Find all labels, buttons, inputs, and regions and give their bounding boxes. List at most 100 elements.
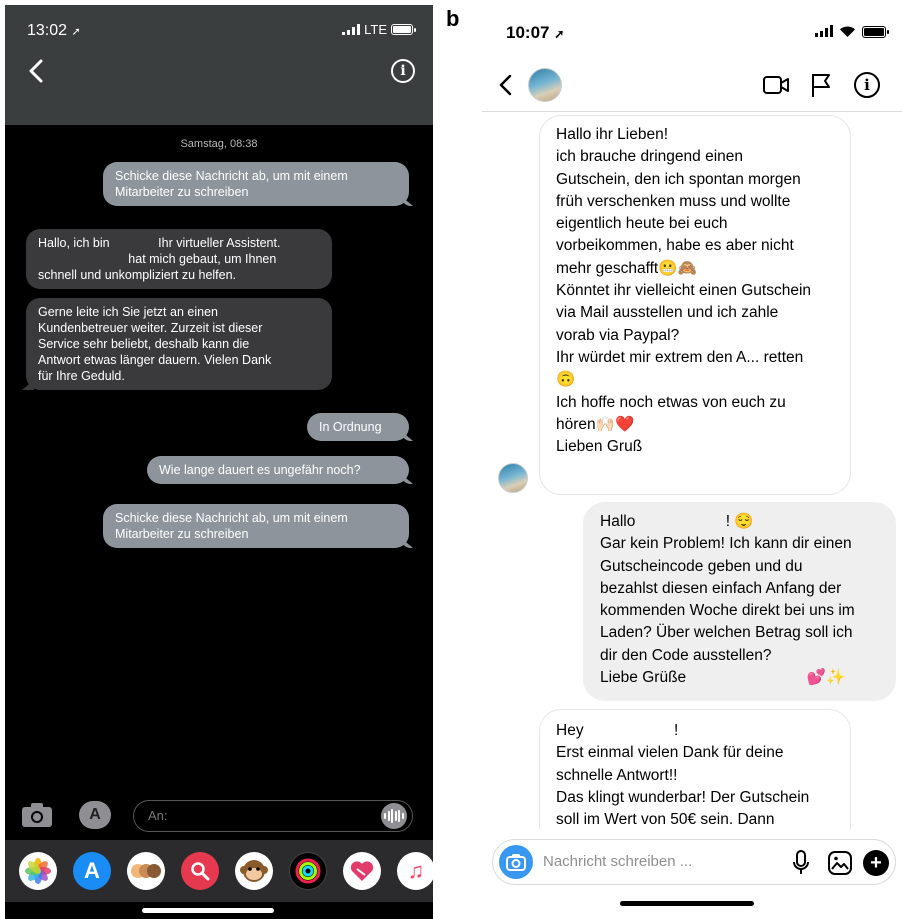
- status-clock: 13:02: [27, 22, 68, 39]
- message-line: Mitarbeiter zu schreiben: [115, 185, 249, 199]
- message-line: Lieben Gruß: [556, 438, 643, 456]
- network-type: LTE: [364, 22, 387, 37]
- message-bubble-outgoing[interactable]: In Ordnung: [307, 413, 409, 441]
- message-line: Schicke diese Nachricht ab, um mit einem: [115, 511, 348, 525]
- message-line: vorab via Paypal?: [556, 326, 680, 344]
- instagram-dm-screenshot: 10:07 ➚ i Hallo ihr Lieben! ich brauche …: [482, 5, 902, 919]
- message-bubble-outgoing[interactable]: Schicke diese Nachricht ab, um mit einem…: [103, 162, 409, 206]
- message-line: eigentlich heute bei euch: [556, 215, 728, 233]
- date-header: Samstag, 08:38: [180, 138, 258, 150]
- message-input[interactable]: An:: [133, 800, 413, 832]
- status-time: 10:07 ➚: [506, 23, 564, 43]
- gallery-icon[interactable]: [827, 850, 853, 876]
- message-input[interactable]: Nachricht schreiben ...: [543, 853, 692, 870]
- message-line: hat mich gebaut, um Ihnen: [38, 252, 277, 266]
- message-line: Hallo ihr Lieben!: [556, 126, 669, 143]
- message-line: schnell und unkompliziert zu helfen.: [38, 268, 237, 282]
- message-line: Hallo, ich bin Ihr virtueller Assistent.: [38, 236, 281, 250]
- contact-avatar[interactable]: [528, 68, 562, 102]
- message-line: kommenden Woche direkt bei uns im: [600, 602, 855, 620]
- message-line: Wie lange dauert es ungefähr noch?: [159, 463, 361, 477]
- camera-icon[interactable]: [499, 845, 533, 879]
- status-indicators: LTE: [342, 22, 416, 37]
- audio-message-icon[interactable]: [381, 803, 407, 829]
- location-arrow-icon: ➚: [554, 27, 565, 41]
- search-images-icon[interactable]: [181, 852, 219, 890]
- sender-avatar[interactable]: [498, 463, 528, 493]
- message-line: Ich hoffe noch etwas von euch zu: [556, 393, 786, 411]
- message-line: via Mail ausstellen und ich zahle: [556, 304, 779, 322]
- message-line: Erst einmal vielen Dank für deine: [556, 744, 784, 762]
- message-line: schnelle Antwort!!: [556, 766, 678, 784]
- status-indicators: [815, 25, 889, 38]
- message-bubble-incoming[interactable]: Gerne leite ich Sie jetzt an einen Kunde…: [26, 298, 332, 390]
- message-line: bezahlst diesen einfach Anfang der: [600, 579, 842, 597]
- message-line: ich brauche dringend einen: [556, 148, 743, 166]
- video-call-icon[interactable]: [762, 74, 790, 96]
- message-line: Schicke diese Nachricht ab, um mit einem: [115, 169, 348, 183]
- message-line: Gutscheincode geben und du: [600, 557, 803, 575]
- message-line: Hey !: [556, 722, 679, 739]
- microphone-icon[interactable]: [791, 850, 811, 876]
- message-line: für Ihre Geduld.: [38, 369, 125, 383]
- message-line: Gar kein Problem! Ich kann dir einen: [600, 535, 852, 553]
- hearts-icon[interactable]: [343, 852, 381, 890]
- message-bubble-outgoing[interactable]: Schicke diese Nachricht ab, um mit einem…: [103, 504, 409, 548]
- navigation-bar: 13:02 ➚ LTE i: [5, 5, 433, 125]
- message-line: In Ordnung: [319, 420, 382, 434]
- photos-icon[interactable]: [19, 852, 57, 890]
- message-line: Hallo ! 😌: [600, 513, 754, 530]
- message-bubble-outgoing[interactable]: Wie lange dauert es ungefähr noch?: [147, 456, 409, 484]
- status-clock: 10:07: [506, 23, 550, 42]
- music-icon[interactable]: ♫: [397, 852, 433, 890]
- message-line: Gutschein, den ich spontan morgen: [556, 170, 801, 188]
- flag-icon[interactable]: [810, 72, 832, 98]
- app-store-drawer-icon[interactable]: A: [79, 801, 111, 829]
- message-line: Das klingt wunderbar! Der Gutschein: [556, 788, 810, 806]
- message-line: früh verschenken muss und wollte: [556, 192, 791, 210]
- message-line: Antwort etwas länger dauern. Vielen Dank: [38, 353, 272, 367]
- battery-icon: [862, 25, 889, 38]
- message-line: vorbeikommen, habe es aber nicht: [556, 237, 794, 255]
- message-bubble-incoming[interactable]: Hey ! Erst einmal vielen Dank für deine …: [539, 709, 851, 849]
- cellular-signal-icon: [342, 24, 361, 35]
- message-line: hören🙌🏻❤️: [556, 415, 635, 433]
- memoji-icon[interactable]: [127, 852, 165, 890]
- message-line: Kundenbetreuer weiter. Zurzeit ist diese…: [38, 321, 263, 335]
- info-icon[interactable]: i: [854, 72, 880, 98]
- activity-icon[interactable]: [289, 852, 327, 890]
- panel-label-b: b: [446, 6, 460, 31]
- location-arrow-icon: ➚: [71, 26, 81, 38]
- imessage-app-tray: A ♫: [5, 840, 433, 902]
- back-chevron-icon[interactable]: [23, 57, 51, 85]
- message-line: mehr geschafft😬🙈: [556, 259, 697, 277]
- imessage-screenshot: 13:02 ➚ LTE i Samstag, 08:38 Schicke die…: [5, 5, 433, 919]
- message-line: Gerne leite ich Sie jetzt an einen: [38, 305, 218, 319]
- monkey-sticker-icon[interactable]: [235, 852, 273, 890]
- message-line: Liebe Grüße 💕✨: [600, 669, 846, 687]
- message-composer[interactable]: Nachricht schreiben ... +: [492, 839, 896, 885]
- camera-icon[interactable]: [21, 802, 53, 828]
- message-bubble-incoming[interactable]: Hallo ihr Lieben! ich brauche dringend e…: [539, 115, 851, 495]
- message-line: Ihr würdet mir extrem den A... retten: [556, 348, 804, 366]
- message-line: Mitarbeiter zu schreiben: [115, 527, 249, 541]
- cellular-signal-icon: [815, 25, 833, 37]
- back-chevron-icon[interactable]: [494, 70, 518, 100]
- message-line: Laden? Über welchen Betrag soll ich: [600, 624, 853, 642]
- info-icon[interactable]: i: [391, 59, 415, 83]
- add-icon[interactable]: +: [863, 850, 889, 876]
- message-line: Service sehr beliebt, deshalb kann die: [38, 337, 250, 351]
- wifi-icon: [840, 26, 855, 37]
- home-indicator: [620, 901, 754, 906]
- message-line: 🙃: [556, 371, 576, 389]
- app-store-icon[interactable]: A: [73, 852, 111, 890]
- message-line: Könntet ihr vielleicht einen Gutschein: [556, 282, 812, 300]
- battery-icon: [391, 24, 416, 35]
- message-bubble-outgoing[interactable]: Hallo ! 😌 Gar kein Problem! Ich kann dir…: [583, 502, 896, 701]
- message-line: dir den Code ausstellen?: [600, 646, 772, 664]
- status-time: 13:02 ➚: [27, 22, 81, 40]
- message-bubble-incoming[interactable]: Hallo, ich bin Ihr virtueller Assistent.…: [26, 229, 332, 289]
- message-input-row: A An:: [5, 800, 433, 836]
- conversation-header: i: [482, 60, 902, 112]
- home-indicator: [142, 908, 274, 913]
